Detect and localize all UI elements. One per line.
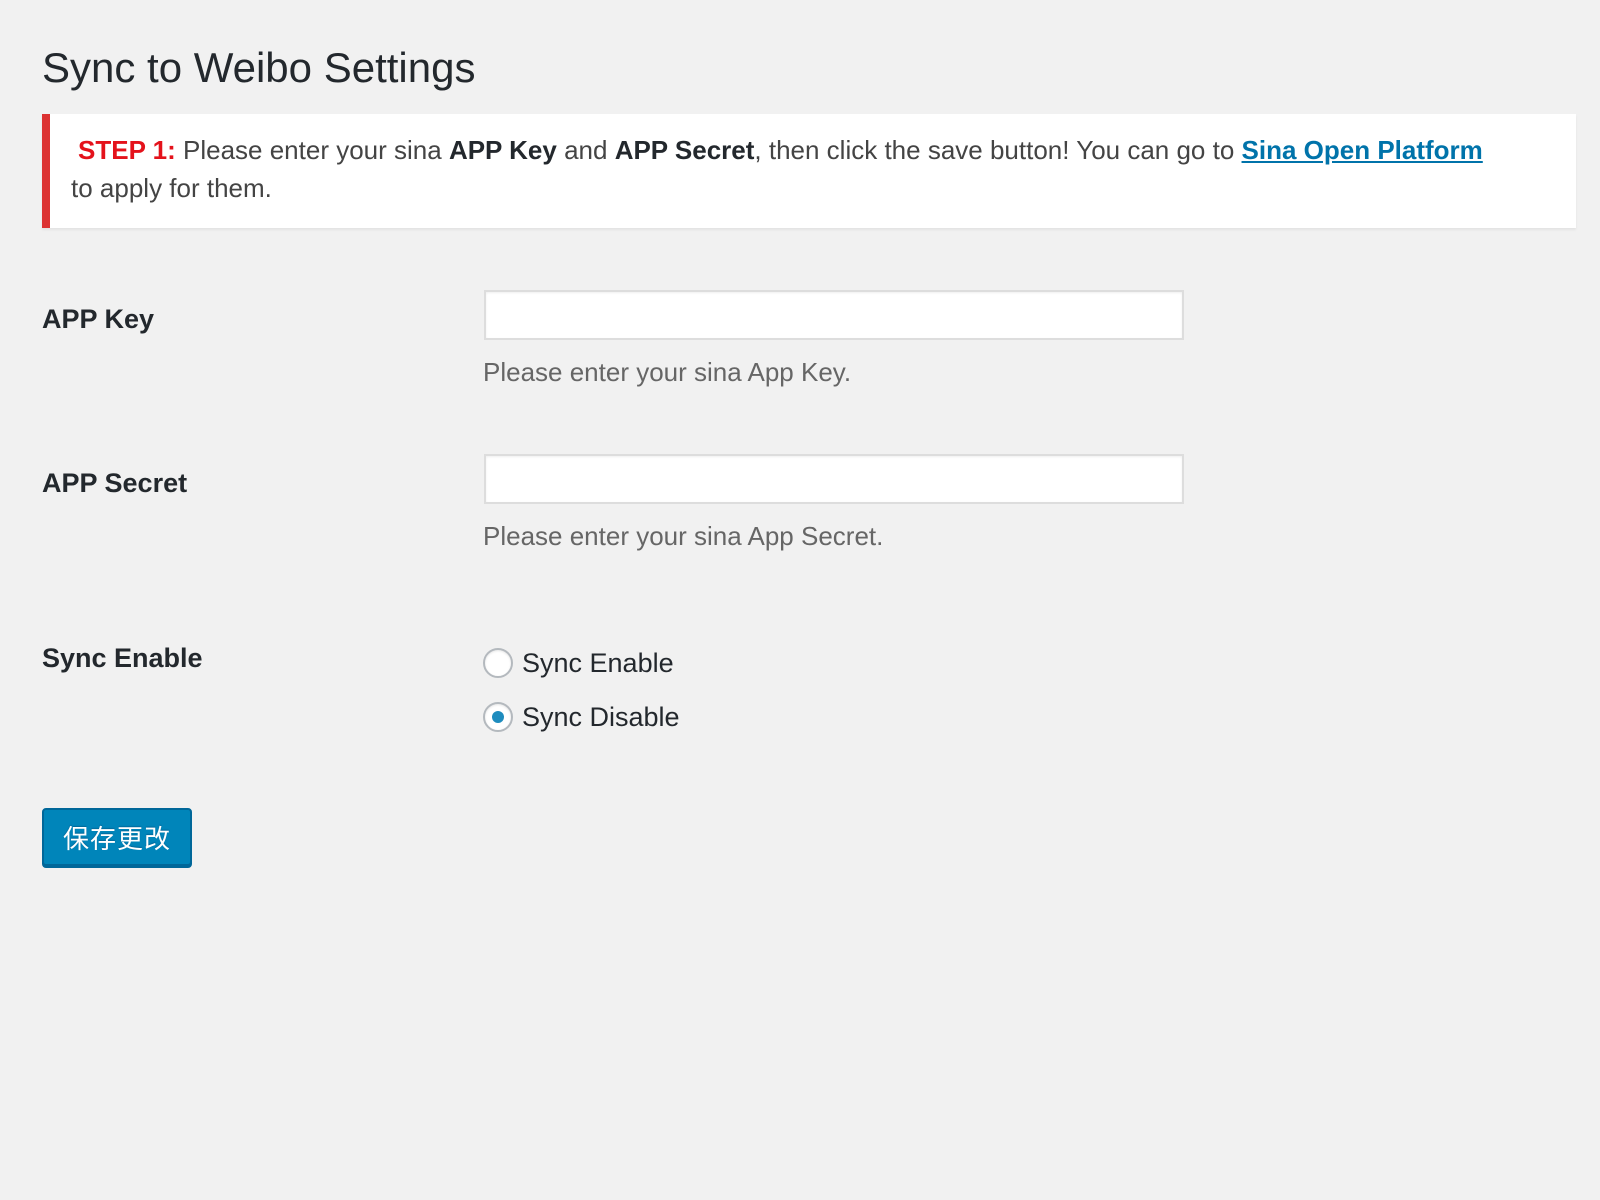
sync-enable-label: Sync Enable	[42, 643, 203, 673]
app-key-label: APP Key	[42, 304, 155, 334]
notice-text-part: Please enter your sina	[175, 135, 449, 165]
notice-step-label: STEP 1:	[78, 135, 176, 165]
page-title: Sync to Weibo Settings	[42, 44, 476, 91]
sync-disable-radio-option[interactable]: Sync Disable	[483, 699, 680, 735]
sync-enable-radio[interactable]	[483, 648, 513, 678]
sync-enable-radio-label[interactable]: Sync Enable	[522, 646, 674, 680]
save-changes-button[interactable]: 保存更改	[42, 808, 192, 866]
error-notice: STEP 1: Please enter your sina APP Key a…	[42, 114, 1576, 228]
sync-enable-radio-option[interactable]: Sync Enable	[483, 645, 674, 681]
app-key-description: Please enter your sina App Key.	[483, 357, 852, 387]
notice-text-part: to apply for them.	[71, 173, 272, 203]
app-secret-description: Please enter your sina App Secret.	[483, 521, 884, 551]
notice-bold-app-secret: APP Secret	[614, 135, 755, 165]
notice-text-part: , then click the save button! You can go…	[754, 135, 1242, 165]
sina-open-platform-link[interactable]: Sina Open Platform	[1242, 135, 1483, 165]
notice-text-part: and	[556, 135, 615, 165]
app-secret-input[interactable]	[484, 454, 1184, 504]
sync-disable-radio[interactable]	[483, 702, 513, 732]
app-key-input[interactable]	[484, 290, 1184, 340]
app-secret-label: APP Secret	[42, 468, 188, 498]
notice-bold-app-key: APP Key	[448, 135, 557, 165]
notice-message: STEP 1: Please enter your sina APP Key a…	[71, 131, 1548, 207]
sync-disable-radio-label[interactable]: Sync Disable	[522, 700, 680, 734]
